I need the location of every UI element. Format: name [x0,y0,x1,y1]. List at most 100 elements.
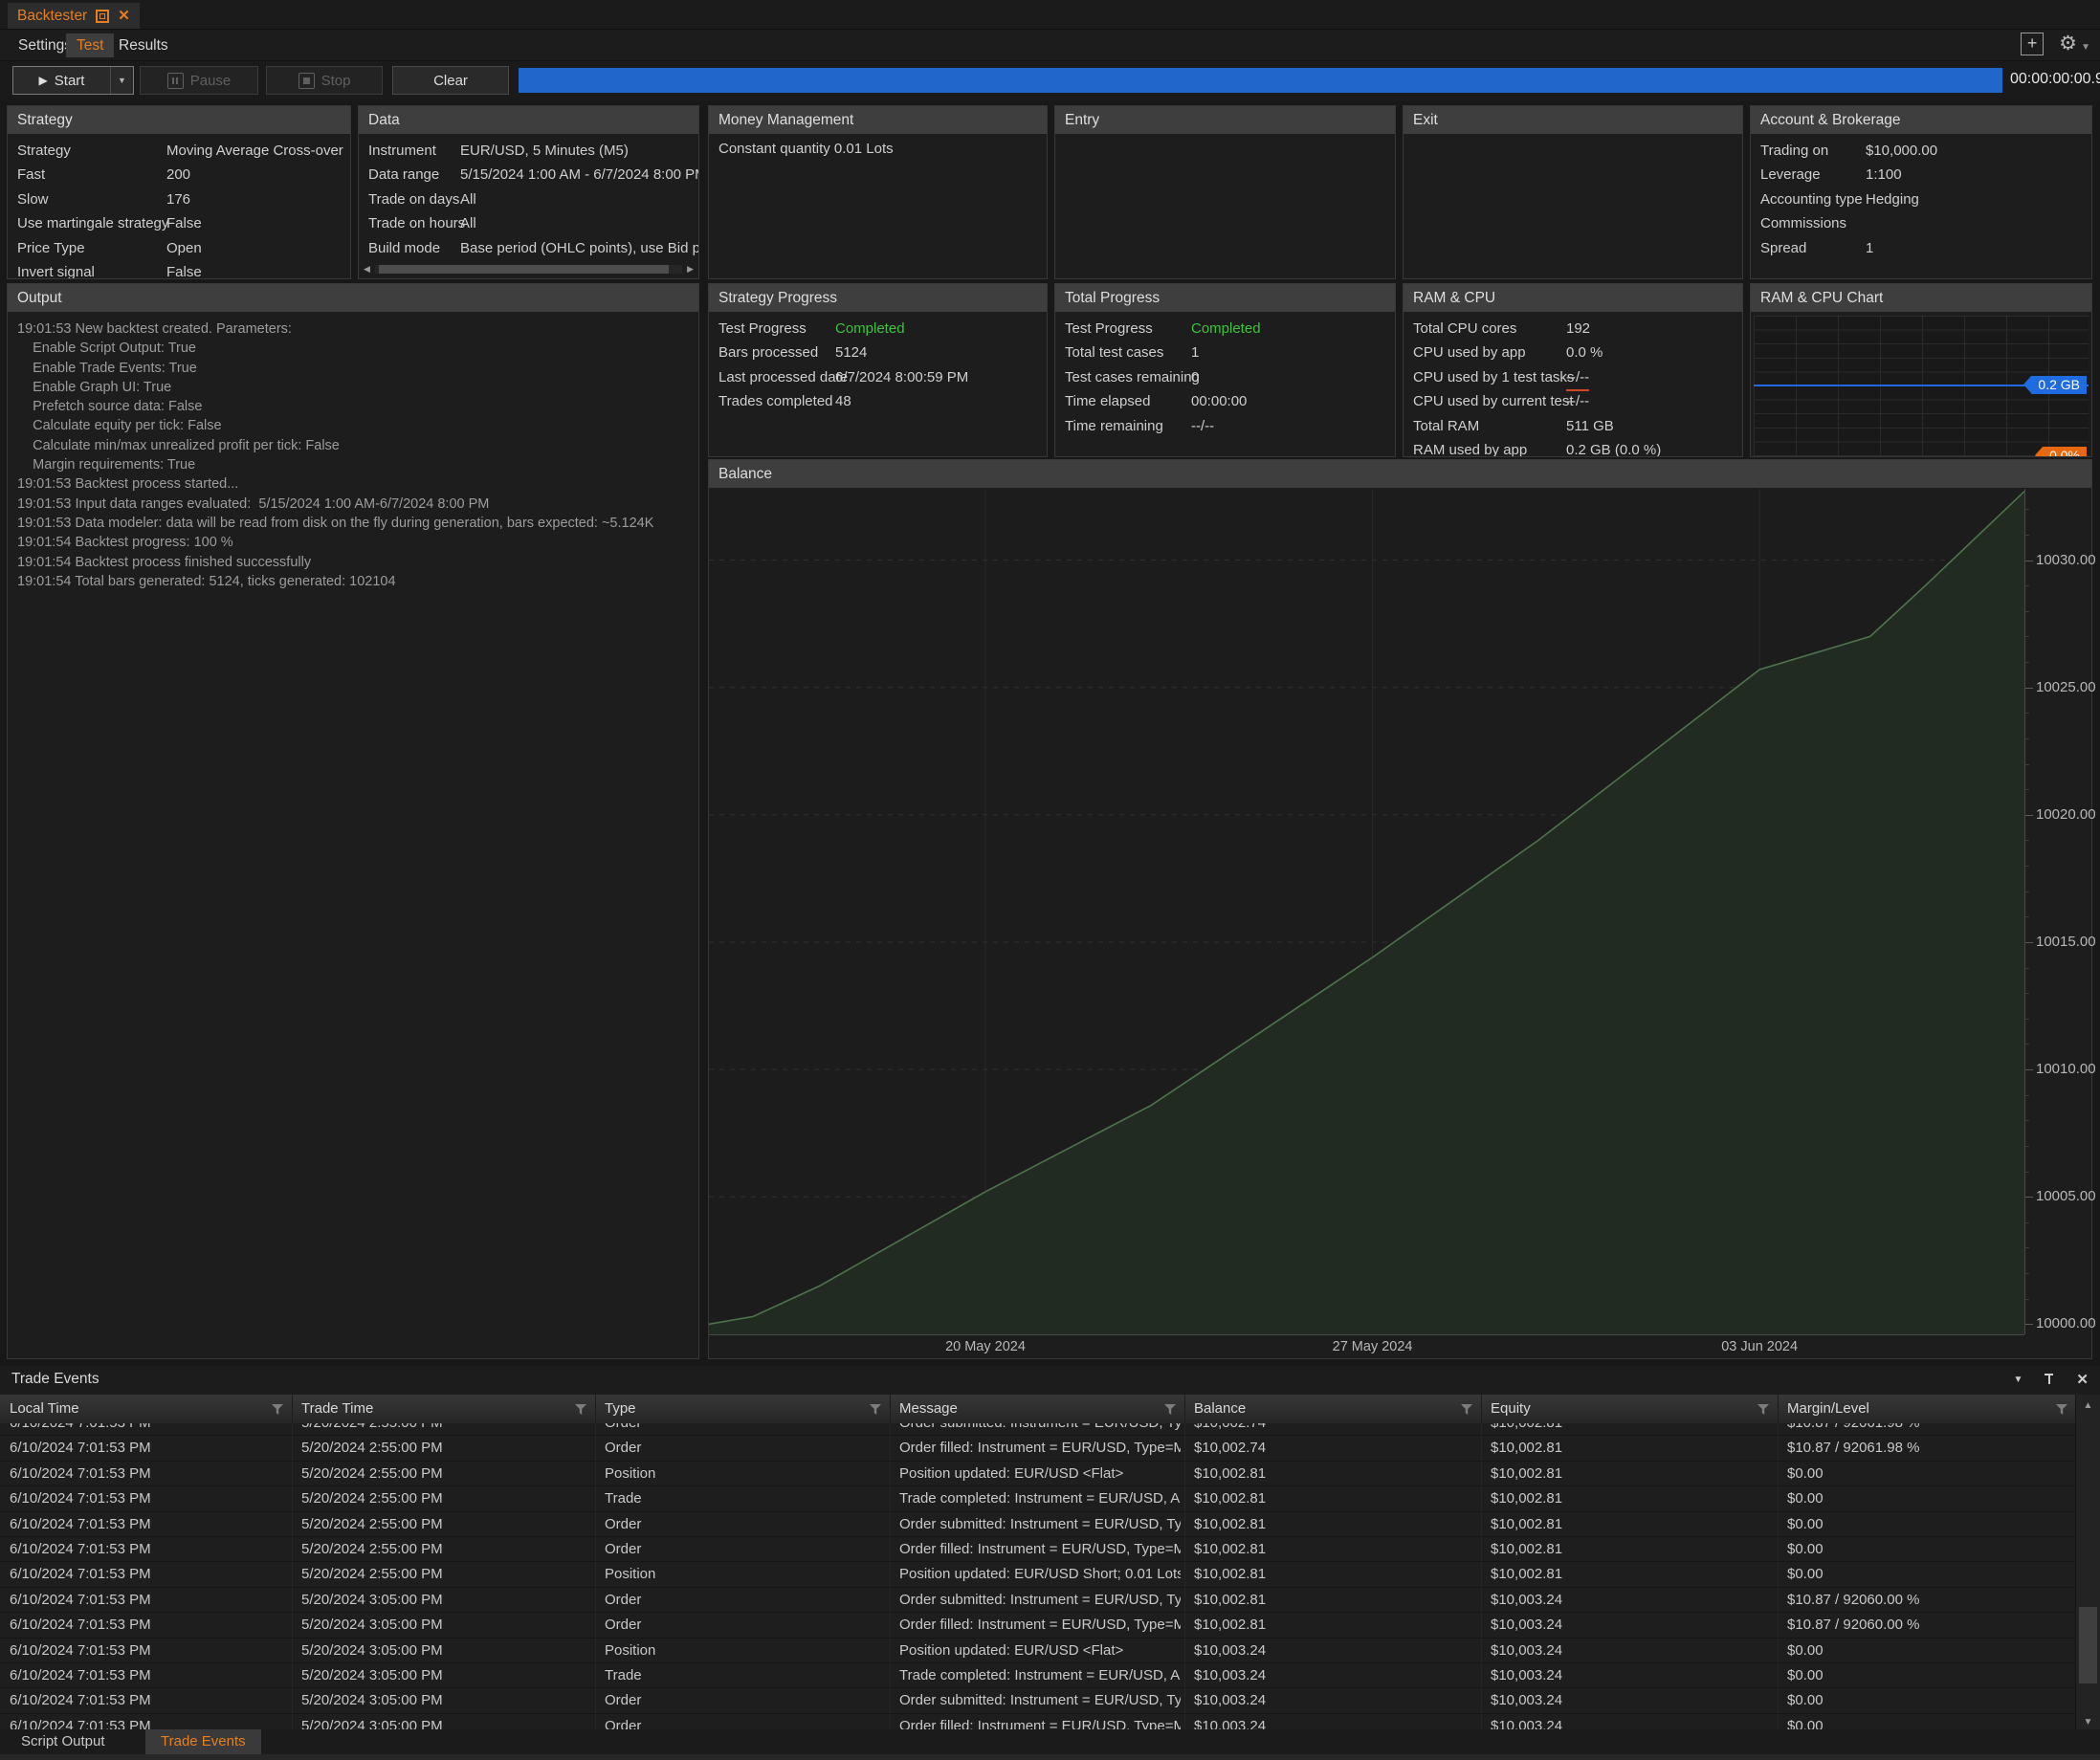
scroll-left-icon[interactable]: ◀ [364,264,370,275]
y-axis-minor-tick [2025,662,2029,663]
field-value: 1 [1191,341,1199,364]
y-axis-tick [2025,1069,2033,1070]
table-vertical-scrollbar[interactable]: ▲ ▼ [2075,1395,2100,1733]
field-row: Total test cases1 [1055,341,1395,364]
table-horizontal-scrollbar[interactable] [0,1754,2100,1760]
filter-icon[interactable] [1757,1403,1770,1416]
field-row: Slow176 [8,187,350,211]
cell-message: Order submitted: Instrument = EUR/USD, T… [899,1688,1181,1713]
field-value: 192 [1566,317,1590,341]
filter-icon[interactable] [2055,1403,2068,1416]
tab-results[interactable]: Results [108,33,179,57]
field-row: Commissions [1751,211,2091,235]
field-row: Trades completed48 [709,389,1047,413]
filter-icon[interactable] [574,1403,587,1416]
cell-trade-time: 5/20/2024 2:55:00 PM [301,1462,591,1486]
tab-backtester[interactable]: Backtester ✕ [8,3,140,29]
cell-equity: $10,002.81 [1491,1537,1774,1562]
panel-title: Entry [1055,106,1395,134]
table-row[interactable]: 6/10/2024 7:01:53 PM5/20/2024 3:05:00 PM… [0,1663,2076,1688]
start-button[interactable]: ▶ Start ▼ [12,66,134,95]
tab-title: Backtester [17,8,87,25]
cell-type: Order [605,1613,886,1638]
cell-equity: $10,002.81 [1491,1423,1774,1436]
scroll-down-icon[interactable]: ▼ [2076,1717,2100,1727]
table-row[interactable]: 6/10/2024 7:01:53 PM5/20/2024 3:05:00 PM… [0,1639,2076,1663]
field-value: 1 [1866,236,1873,260]
table-row[interactable]: 6/10/2024 7:01:53 PM5/20/2024 2:55:00 PM… [0,1486,2076,1511]
panel-title: Strategy Progress [709,284,1047,312]
cell-type: Order [605,1423,886,1436]
table-row[interactable]: 6/10/2024 7:01:53 PM 5/20/2024 3:05:00 PM… [0,1688,2076,1713]
field-label: Fast [17,166,45,183]
filter-icon[interactable] [869,1403,882,1416]
field-value: 1:100 [1866,163,1902,187]
cell-balance: $10,002.74 [1194,1423,1477,1436]
scrollbar-thumb[interactable] [2079,1607,2097,1683]
table-row[interactable]: 6/10/2024 7:01:53 PM5/20/2024 2:55:00 PM… [0,1537,2076,1562]
column-header-message[interactable]: Message [899,1395,1160,1423]
column-header-balance[interactable]: Balance [1194,1395,1456,1423]
filter-icon[interactable] [271,1403,284,1416]
column-header-type[interactable]: Type [605,1395,865,1423]
cell-equity: $10,002.81 [1491,1562,1774,1587]
filter-icon[interactable] [1460,1403,1473,1416]
panel-title: Account & Brokerage [1751,106,2091,134]
close-icon[interactable]: ✕ [2076,1371,2089,1388]
table-row[interactable]: 6/10/2024 7:01:53 PM 5/20/2024 2:55:00 PM… [0,1462,2076,1486]
panel-title: Balance [709,460,2091,488]
y-axis-minor-tick [2025,1299,2029,1300]
table-row[interactable]: 6/10/2024 7:01:53 PM5/20/2024 2:55:00 PM… [0,1436,2076,1461]
pin-icon[interactable] [2044,1373,2055,1386]
table-row[interactable]: 6/10/2024 7:01:53 PM5/20/2024 3:05:00 PM… [0,1588,2076,1613]
cell-local-time: 6/10/2024 7:01:53 PM [10,1688,288,1713]
tab-trade-events[interactable]: Trade Events [145,1729,261,1754]
table-row[interactable]: 6/10/2024 7:01:53 PM5/20/2024 2:55:00 PM… [0,1423,2076,1436]
field-label: Build mode [368,240,440,256]
pause-button[interactable]: Pause [140,66,258,95]
data-horizontal-scrollbar[interactable]: ◀ ▶ [362,263,696,276]
field-value: False [166,211,202,235]
cell-type: Trade [605,1663,886,1688]
start-dropdown[interactable]: ▼ [110,67,133,94]
field-label: Spread [1760,240,1806,256]
table-row[interactable]: 6/10/2024 7:01:53 PM5/20/2024 2:55:00 PM… [0,1512,2076,1537]
field-value: 0.2 GB (0.0 %) [1566,438,1661,456]
tab-script-output[interactable]: Script Output [6,1729,121,1754]
table-row[interactable]: 6/10/2024 7:01:53 PM5/20/2024 2:55:00 PM… [0,1562,2076,1587]
column-header-equity[interactable]: Equity [1491,1395,1753,1423]
tab-test[interactable]: Test [66,33,114,57]
field-row: InstrumentEUR/USD, 5 Minutes (M5) [359,139,698,163]
filter-icon[interactable] [1163,1403,1177,1416]
cell-message: Order filled: Instrument = EUR/USD, Type… [899,1436,1181,1461]
column-header-trade-time[interactable]: Trade Time [301,1395,570,1423]
scrollbar-thumb[interactable] [379,265,669,274]
stop-button[interactable]: Stop [266,66,383,95]
settings-menu-button[interactable]: ⚙ ▼ [2059,33,2090,55]
table-row[interactable]: 6/10/2024 7:01:53 PM5/20/2024 3:05:00 PM… [0,1613,2076,1638]
ram-cpu-panel: RAM & CPU Total CPU cores192CPU used by … [1403,283,1743,457]
column-header-margin-level[interactable]: Margin/Level [1787,1395,2051,1423]
cell-message: Order filled: Instrument = EUR/USD, Type… [899,1613,1181,1638]
clear-button[interactable]: Clear [392,66,509,95]
cell-type: Order [605,1436,886,1461]
column-header-local-time[interactable]: Local Time [10,1395,267,1423]
chevron-down-icon[interactable]: ▼ [2014,1375,2023,1385]
cell-equity: $10,002.81 [1491,1436,1774,1461]
chevron-down-icon: ▼ [2081,42,2090,53]
field-value: All [460,211,476,235]
cell-trade-time: 5/20/2024 3:05:00 PM [301,1588,591,1613]
close-icon[interactable]: ✕ [118,9,130,23]
y-axis-tick [2025,815,2033,816]
log-line: Prefetch source data: False [17,397,689,416]
ram-cpu-chart-panel: RAM & CPU Chart 0.2 GB 0.0% [1750,283,2092,457]
scroll-right-icon[interactable]: ▶ [687,264,694,275]
scroll-up-icon[interactable]: ▲ [2076,1400,2100,1411]
add-instance-icon[interactable]: + [2021,33,2044,55]
cell-local-time: 6/10/2024 7:01:53 PM [10,1462,288,1486]
cell-trade-time: 5/20/2024 3:05:00 PM [301,1688,591,1713]
y-axis-minor-tick [2025,535,2029,536]
restore-icon[interactable] [96,10,109,23]
cpu-usage-badge: 0.0% [2043,447,2087,456]
y-axis-minor-tick [2025,764,2029,765]
